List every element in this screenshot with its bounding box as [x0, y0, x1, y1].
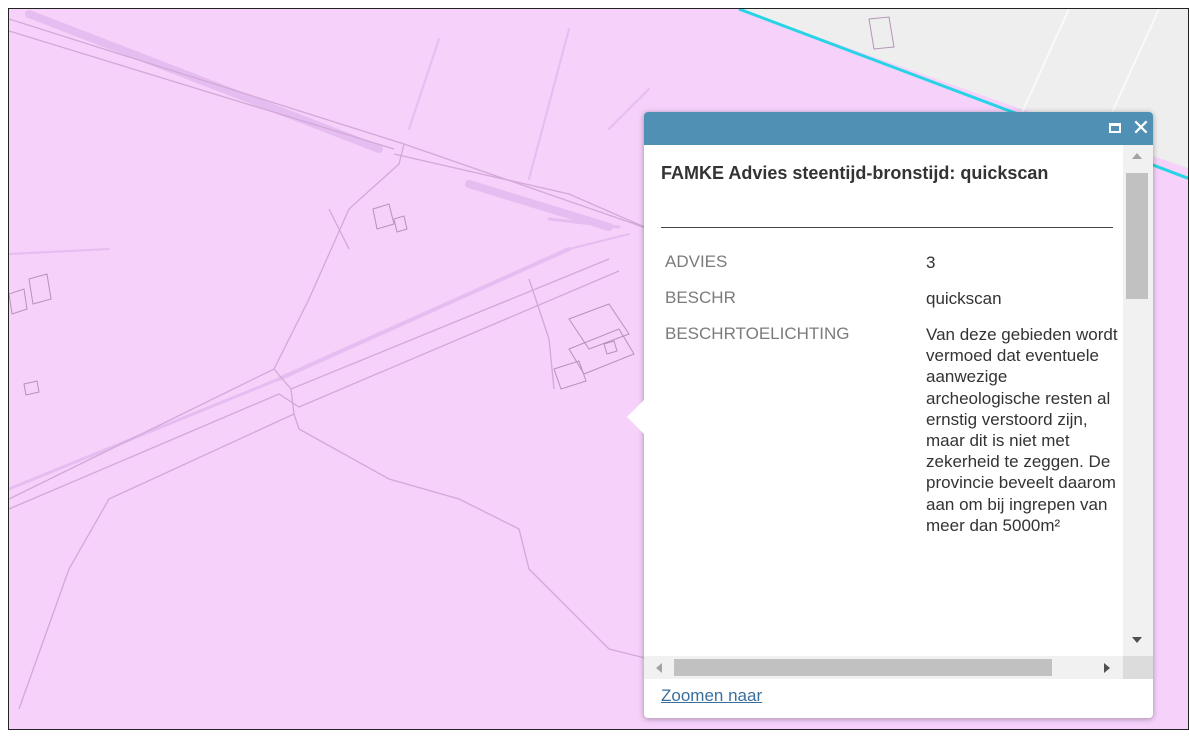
roads — [9, 18, 650, 710]
scroll-left-arrow-icon[interactable] — [656, 663, 662, 673]
vertical-scrollbar[interactable] — [1123, 145, 1153, 656]
attribute-key: BESCHRTOELICHTING — [665, 324, 850, 343]
attribute-key: BESCHR — [665, 288, 736, 307]
popup-body[interactable]: FAMKE Advies steentijd-bronstijd: quicks… — [644, 145, 1153, 679]
popup-footer: Zoomen naar — [644, 679, 1153, 718]
scroll-up-arrow-icon[interactable] — [1132, 153, 1142, 159]
close-icon: ✕ — [1131, 115, 1151, 140]
maximize-icon — [1109, 123, 1121, 133]
maximize-button[interactable] — [1105, 118, 1125, 138]
popup-pointer — [627, 400, 644, 434]
title-divider — [661, 227, 1113, 228]
scrollbar-corner — [1123, 656, 1153, 679]
attribute-key: ADVIES — [665, 252, 728, 271]
zoom-to-link[interactable]: Zoomen naar — [661, 686, 762, 706]
attribute-value: quickscan — [926, 289, 1002, 308]
scroll-right-arrow-icon[interactable] — [1104, 663, 1110, 673]
popup-title: FAMKE Advies steentijd-bronstijd: quicks… — [661, 163, 1049, 183]
map-view[interactable]: ✕ FAMKE Advies steentijd-bronstijd: quic… — [8, 8, 1189, 730]
horizontal-scrollbar[interactable] — [644, 656, 1123, 679]
attribute-value: Van deze gebieden wordt vermoed dat even… — [926, 325, 1118, 535]
scroll-down-arrow-icon[interactable] — [1132, 637, 1142, 643]
vertical-scroll-thumb[interactable] — [1126, 173, 1148, 299]
close-button[interactable]: ✕ — [1131, 115, 1151, 140]
feature-popup[interactable]: ✕ FAMKE Advies steentijd-bronstijd: quic… — [627, 112, 1153, 718]
horizontal-scroll-thumb[interactable] — [674, 659, 1052, 676]
popup-header: ✕ — [644, 112, 1153, 145]
water-features — [9, 10, 650, 491]
attribute-value: 3 — [926, 253, 936, 272]
popup-content: FAMKE Advies steentijd-bronstijd: quicks… — [644, 145, 1123, 656]
